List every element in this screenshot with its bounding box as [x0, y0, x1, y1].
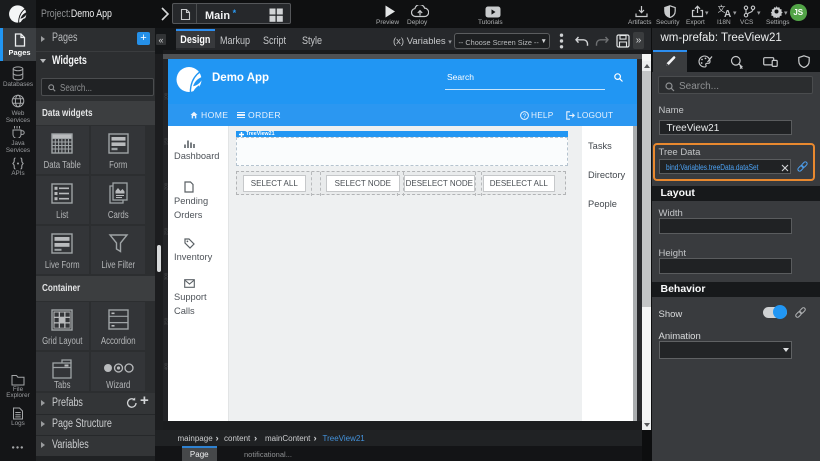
svg-text:?: ?: [523, 112, 527, 119]
svg-text:A: A: [724, 9, 731, 18]
